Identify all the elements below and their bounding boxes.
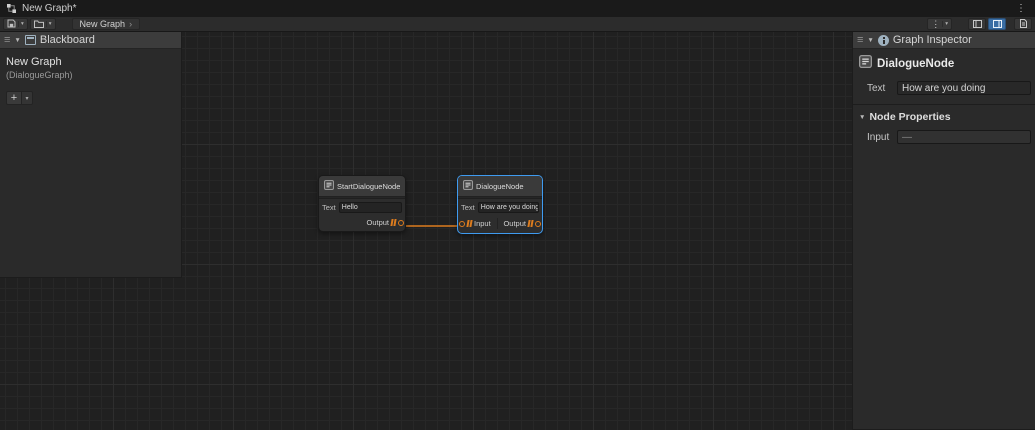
node-port-row: Output (319, 215, 405, 231)
dialogue-node-icon (463, 177, 473, 195)
add-variable-dropdown-icon[interactable]: ▾ (22, 91, 33, 105)
input-port-label: Input (474, 219, 491, 228)
port-divider (496, 218, 498, 229)
input-port-connector[interactable] (459, 220, 465, 227)
text-property-row: Text How are you doing (853, 79, 1035, 97)
output-port-connector[interactable] (534, 220, 541, 227)
collapse-icon[interactable]: ▼ (14, 37, 20, 44)
blackboard-header[interactable]: ≡ ▼ Blackboard (0, 32, 181, 49)
node-properties-section-header[interactable]: ▼ Node Properties (853, 108, 1035, 128)
save-button[interactable]: ▾ (3, 18, 28, 30)
port-type-icon (527, 220, 534, 227)
output-port[interactable]: Output (366, 218, 404, 227)
info-icon (877, 34, 889, 46)
node-port-row: Input Output (458, 215, 542, 233)
input-port[interactable]: Input (459, 219, 491, 228)
collapse-icon[interactable]: ▼ (867, 37, 873, 44)
text-property-label: Text (867, 82, 886, 94)
asset-breadcrumb[interactable]: New Graph › (71, 18, 141, 30)
toggle-inspector-button[interactable] (988, 18, 1006, 30)
output-port[interactable]: Output (503, 219, 541, 228)
inspector-header[interactable]: ≡ ▼ Graph Inspector (853, 32, 1035, 49)
drag-handle-icon[interactable]: ≡ (4, 34, 10, 46)
text-field[interactable]: How are you doing (477, 202, 539, 213)
dialogue-node-icon (324, 177, 334, 195)
load-button[interactable]: ▾ (29, 15, 56, 33)
doc-icon (1019, 15, 1027, 33)
save-dropdown-icon[interactable]: ▾ (18, 21, 24, 27)
text-property-input[interactable]: How are you doing (897, 81, 1031, 95)
help-button[interactable] (1014, 18, 1032, 30)
text-field-label: Text (322, 203, 336, 212)
node-start-dialogue[interactable]: StartDialogueNode Text Hello Output (318, 175, 406, 232)
overflow-dropdown-icon: ▾ (942, 21, 948, 27)
node-title: StartDialogueNode (337, 181, 400, 191)
load-dropdown-icon[interactable]: ▾ (45, 21, 52, 27)
node-title-bar[interactable]: DialogueNode (458, 176, 542, 197)
graph-app-icon (6, 3, 17, 14)
text-field[interactable]: Hello (338, 202, 402, 213)
toolbar-left-group: ▾ ▾ New Graph › (3, 15, 141, 33)
node-text-row: Text How are you doing (458, 199, 542, 215)
input-property-field: — (897, 130, 1031, 144)
output-port-label: Output (503, 219, 526, 228)
blackboard-title: Blackboard (39, 34, 95, 46)
input-property-label: Input (867, 131, 890, 143)
drag-handle-icon[interactable]: ≡ (857, 34, 863, 46)
inspector-title: Graph Inspector (892, 34, 972, 46)
port-type-icon (466, 220, 473, 227)
window-title: New Graph* (22, 3, 77, 14)
text-field-label: Text (461, 203, 475, 212)
window-titlebar: New Graph* ⋮ (0, 0, 1035, 17)
output-port-connector[interactable] (398, 219, 404, 226)
editor-window: New Graph* ⋮ ▾ ▾ New Graph › ⋮ ▾ StartDi… (0, 0, 1035, 430)
overflow-menu-button[interactable]: ⋮ ▾ (927, 18, 952, 30)
blackboard-icon (24, 35, 36, 45)
add-variable-button[interactable]: + (6, 91, 22, 105)
graph-type: (DialogueGraph) (6, 70, 73, 80)
section-title: Node Properties (869, 111, 951, 123)
dialogue-node-icon (859, 55, 872, 73)
breadcrumb-chevron-icon: › (129, 19, 133, 29)
output-port-label: Output (366, 218, 389, 227)
window-menu-icon[interactable]: ⋮ (1013, 3, 1029, 14)
graph-toolbar: ▾ ▾ New Graph › ⋮ ▾ (0, 17, 1035, 32)
inspected-node-header: DialogueNode (853, 49, 1035, 79)
input-property-row: Input — (853, 128, 1035, 146)
toggle-blackboard-button[interactable] (968, 18, 986, 30)
node-title-bar[interactable]: StartDialogueNode (319, 176, 405, 197)
blackboard-toggle-icon (972, 15, 982, 33)
graph-name: New Graph (6, 56, 62, 68)
inspector-divider (853, 104, 1035, 105)
blackboard-panel: ≡ ▼ Blackboard New Graph (DialogueGraph)… (0, 32, 182, 278)
inspector-toggle-icon (992, 15, 1002, 33)
node-text-row: Text Hello (319, 199, 405, 215)
toolbar-right-group: ⋮ ▾ (927, 18, 1032, 30)
save-icon (7, 15, 16, 33)
kebab-icon: ⋮ (931, 18, 941, 29)
blackboard-body: New Graph (DialogueGraph) + ▾ (0, 49, 181, 112)
add-variable-row: + ▾ (6, 91, 175, 105)
section-collapse-icon[interactable]: ▼ (859, 114, 865, 121)
graph-inspector-panel: ≡ ▼ Graph Inspector DialogueNode Text Ho… (852, 32, 1035, 430)
inspected-node-title: DialogueNode (877, 58, 955, 70)
graph-canvas[interactable]: StartDialogueNode Text Hello Output Dial… (0, 32, 1035, 430)
node-title: DialogueNode (476, 181, 524, 191)
folder-icon (33, 15, 44, 33)
node-dialogue[interactable]: DialogueNode Text How are you doing Inpu… (457, 175, 543, 234)
port-type-icon (390, 219, 397, 226)
breadcrumb-label: New Graph (79, 19, 126, 29)
